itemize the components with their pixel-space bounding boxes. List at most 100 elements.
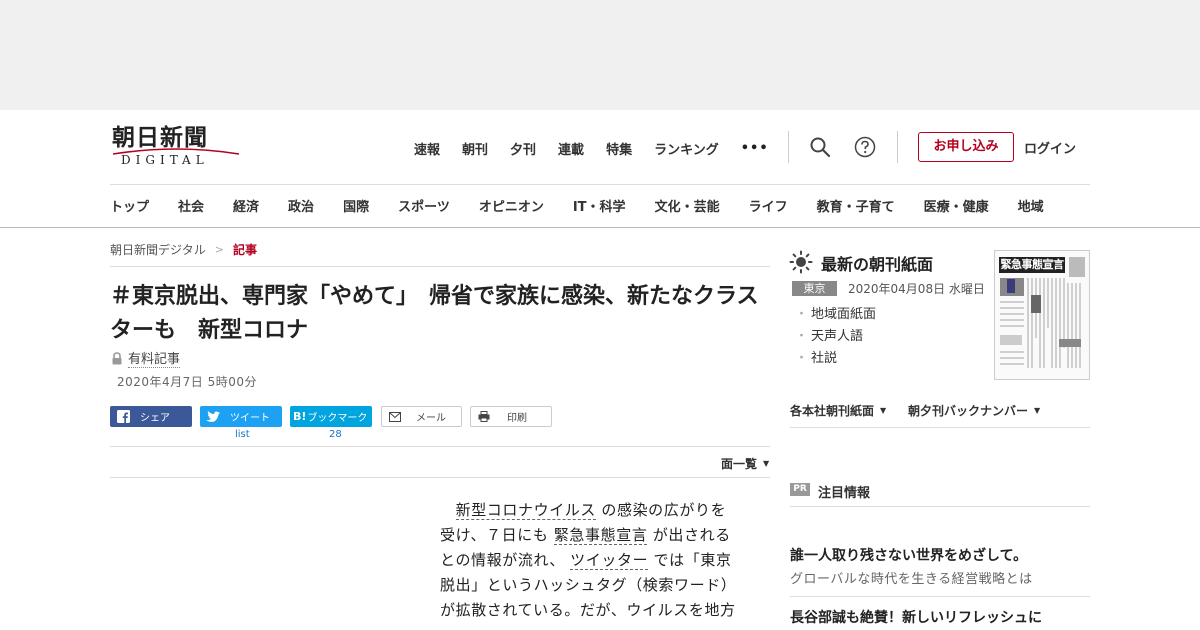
- cat-health[interactable]: 医療・健康: [924, 196, 989, 215]
- article-body-line: との情報が流れ、 ツイッター では「東京: [440, 548, 750, 573]
- caret-down-icon: ▼: [880, 406, 887, 415]
- divider: [110, 266, 770, 267]
- mail-icon: [388, 410, 402, 424]
- newspaper-thumbnail-image: [1000, 257, 1085, 368]
- article-body-line: が拡散されている。だが、ウイルスを地方: [440, 598, 750, 623]
- nav-tokushu[interactable]: 特集: [606, 139, 632, 158]
- nav-bottom-border: [0, 227, 1200, 228]
- cat-politics[interactable]: 政治: [288, 196, 314, 215]
- body-text: 脱出」というハッシュタグ（検索ワード）: [440, 576, 737, 594]
- article-body-line: 新型コロナウイルス の感染の広がりを: [440, 498, 750, 523]
- keyword-link[interactable]: ツイッター: [570, 551, 649, 570]
- facebook-share-label: シェア: [140, 413, 170, 424]
- nav-choukan[interactable]: 朝刊: [462, 139, 488, 158]
- regional-editions-label: 各本社朝刊紙面: [790, 404, 875, 418]
- pr-item-title[interactable]: 長谷部誠も絶賛！新しいリフレッシュに: [790, 607, 1042, 627]
- body-text: では「東京: [648, 551, 732, 569]
- mail-share-button[interactable]: メール: [381, 406, 462, 427]
- more-menu-icon[interactable]: •••: [741, 141, 769, 156]
- paid-article-label[interactable]: 有料記事: [111, 348, 181, 368]
- header-divider: [788, 131, 789, 163]
- print-label: 印刷: [507, 413, 527, 424]
- paper-date: 2020年04月08日 水曜日: [848, 282, 985, 296]
- breadcrumb-home[interactable]: 朝日新聞デジタル: [110, 241, 206, 258]
- hatena-bookmark-label: ブックマーク: [307, 413, 368, 424]
- back-numbers-dropdown[interactable]: 朝夕刊バックナンバー ▼: [908, 402, 1040, 419]
- nav-sokuho[interactable]: 速報: [414, 139, 440, 158]
- divider: [790, 427, 1090, 428]
- breadcrumb-separator: >: [214, 243, 224, 256]
- cat-society[interactable]: 社会: [178, 196, 204, 215]
- body-text: が拡散されている。だが、ウイルスを地方: [440, 601, 736, 619]
- site-logo[interactable]: 朝日新聞 DIGITAL: [111, 124, 241, 170]
- twitter-count[interactable]: list: [235, 429, 250, 440]
- hatena-bookmark-button[interactable]: B! ブックマーク: [290, 406, 372, 427]
- cat-region[interactable]: 地域: [1018, 196, 1044, 215]
- divider: [790, 506, 1090, 507]
- paper-link-regional[interactable]: 地域面紙面: [795, 304, 876, 326]
- article-body: 新型コロナウイルス の感染の広がりを 受け、７日にも 緊急事態宣言 が出される との…: [440, 498, 750, 623]
- back-numbers-label: 朝夕刊バックナンバー: [908, 404, 1029, 418]
- keyword-link[interactable]: 新型コロナウイルス: [455, 501, 597, 520]
- subscribe-button[interactable]: お申し込み: [918, 132, 1014, 162]
- hatena-icon: B!: [293, 410, 307, 423]
- paper-link-editorial[interactable]: 社説: [795, 348, 876, 370]
- region-badge: 東京: [792, 281, 837, 296]
- breadcrumb: 朝日新聞デジタル > 記事: [110, 241, 257, 258]
- facebook-share-button[interactable]: シェア: [110, 406, 192, 427]
- cat-education[interactable]: 教育・子育て: [817, 196, 895, 215]
- ad-banner-area: [0, 0, 1200, 110]
- body-text: の感染の広がりを: [596, 501, 727, 519]
- pr-item-subtitle[interactable]: グローバルな時代を生きる経営戦略とは: [790, 568, 1033, 587]
- morning-paper-title[interactable]: 最新の朝刊紙面: [821, 251, 933, 275]
- hatena-count[interactable]: 28: [329, 429, 342, 440]
- nav-yukan[interactable]: 夕刊: [510, 139, 536, 158]
- category-nav: トップ 社会 経済 政治 国際 スポーツ オピニオン IT・科学 文化・芸能 ラ…: [110, 196, 1044, 215]
- cat-sports[interactable]: スポーツ: [398, 196, 450, 215]
- article-headline: ＃東京脱出、専門家「やめて」 帰省で家族に感染、新たなクラスターも 新型コロナ: [110, 284, 759, 343]
- sun-icon: [789, 250, 813, 274]
- search-icon[interactable]: [808, 135, 832, 159]
- login-link[interactable]: ログイン: [1024, 138, 1076, 157]
- paper-link-tenseijingo[interactable]: 天声人語: [795, 326, 876, 348]
- body-text: [440, 501, 456, 519]
- cat-economy[interactable]: 経済: [233, 196, 259, 215]
- mail-share-label: メール: [416, 413, 446, 424]
- divider: [110, 184, 1090, 185]
- twitter-share-label: ツイート: [230, 413, 270, 424]
- body-text: 受け、７日にも: [440, 526, 554, 544]
- pr-item-title[interactable]: 誰一人取り残さない世界をめざして。: [790, 545, 1027, 565]
- twitter-share-button[interactable]: ツイート: [200, 406, 282, 427]
- cat-opinion[interactable]: オピニオン: [479, 196, 544, 215]
- body-text: が出される: [647, 526, 731, 544]
- body-text: との情報が流れ、: [440, 551, 571, 569]
- paper-links: 地域面紙面 天声人語 社説: [795, 304, 876, 370]
- page-list-dropdown[interactable]: 面一覧 ▼: [721, 455, 769, 472]
- facebook-icon: [116, 410, 130, 424]
- keyword-link[interactable]: 緊急事態宣言: [553, 526, 648, 545]
- article-body-line: 脱出」というハッシュタグ（検索ワード）: [440, 573, 750, 598]
- cat-top[interactable]: トップ: [110, 196, 149, 215]
- cat-it-science[interactable]: IT・科学: [573, 196, 626, 215]
- divider: [790, 596, 1090, 597]
- caret-down-icon: ▼: [763, 459, 770, 468]
- nav-rensai[interactable]: 連載: [558, 139, 584, 158]
- publish-date: 2020年4月7日 5時00分: [117, 375, 258, 389]
- paid-article-text: 有料記事: [128, 348, 181, 368]
- breadcrumb-current: 記事: [232, 243, 257, 257]
- article-body-line: 受け、７日にも 緊急事態宣言 が出される: [440, 523, 750, 548]
- top-nav: 速報 朝刊 夕刊 連載 特集 ランキング •••: [414, 138, 769, 158]
- nav-ranking[interactable]: ランキング: [654, 139, 719, 158]
- print-button[interactable]: 印刷: [470, 406, 552, 427]
- regional-editions-dropdown[interactable]: 各本社朝刊紙面 ▼: [790, 402, 886, 419]
- printer-icon: [477, 410, 491, 424]
- help-icon[interactable]: [853, 135, 877, 159]
- cat-international[interactable]: 国際: [343, 196, 369, 215]
- newspaper-thumbnail[interactable]: 緊急事態宣言: [994, 250, 1090, 380]
- logo-digital: DIGITAL: [121, 153, 209, 167]
- header-divider: [897, 131, 898, 163]
- pr-section-title: 注目情報: [818, 486, 871, 501]
- divider: [110, 477, 770, 478]
- cat-culture[interactable]: 文化・芸能: [655, 196, 720, 215]
- cat-life[interactable]: ライフ: [749, 196, 788, 215]
